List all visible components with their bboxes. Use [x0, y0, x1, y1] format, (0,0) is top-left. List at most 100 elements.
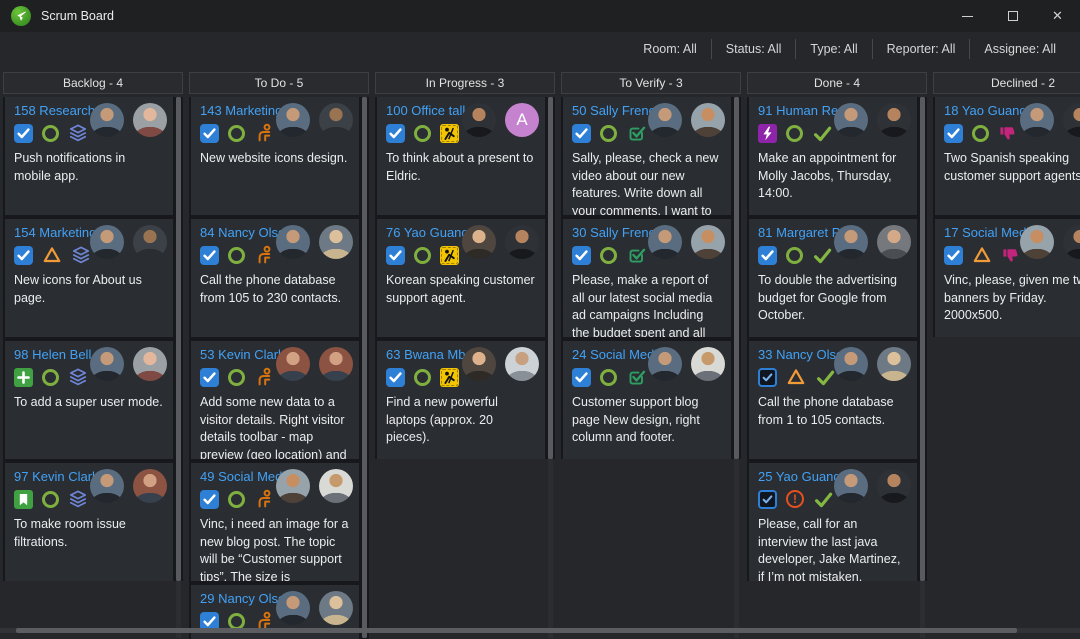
- column-scrollbar[interactable]: [548, 97, 553, 638]
- column-card-list: 100 Office talksATo think about a presen…: [375, 97, 555, 459]
- column-scrollbar-thumb[interactable]: [734, 97, 739, 459]
- circle-icon: [228, 491, 245, 508]
- task-card[interactable]: 53 Kevin ClarkeAdd some new data to a vi…: [191, 341, 359, 459]
- task-card[interactable]: 154 Marketing ...New icons for About us …: [5, 219, 173, 337]
- column-scrollbar[interactable]: [176, 97, 181, 638]
- card-avatars: A: [462, 103, 539, 137]
- avatar-photo: [319, 591, 353, 625]
- task-card[interactable]: 17 Social MediaVinc, please, given me tw…: [935, 219, 1080, 337]
- task-card[interactable]: 143 Marketing ...New website icons desig…: [191, 97, 359, 215]
- task-card[interactable]: 76 Yao GuangKorean speaking customer sup…: [377, 219, 545, 337]
- horizontal-scrollbar-thumb[interactable]: [16, 628, 1017, 633]
- todo-icon: [254, 367, 274, 387]
- card-description: Find a new powerful laptops (approx. 20 …: [386, 394, 537, 447]
- minimize-button[interactable]: [945, 0, 990, 32]
- card-avatars: [648, 225, 725, 259]
- todo-icon: [254, 245, 274, 265]
- circle-icon: [414, 125, 431, 142]
- board-column: To Verify - 350 Sally FrenchSally, pleas…: [561, 72, 741, 639]
- task-card[interactable]: 24 Social MediaCustomer support blog pag…: [563, 341, 731, 459]
- filter-type[interactable]: Type: All: [795, 39, 871, 59]
- card-description: Customer support blog page New design, r…: [572, 394, 723, 447]
- column-scrollbar[interactable]: [734, 97, 739, 638]
- circle-icon: [414, 369, 431, 386]
- card-description: New icons for About us page.: [14, 272, 165, 307]
- column-scrollbar[interactable]: [362, 97, 367, 638]
- board-column: Declined - 218 Yao GuangTwo Spanish spea…: [933, 72, 1080, 639]
- filter-room[interactable]: Room: All: [629, 39, 711, 59]
- circle-icon: [786, 125, 803, 142]
- task-card[interactable]: 33 Nancy OlsonCall the phone database fr…: [749, 341, 917, 459]
- window-title: Scrum Board: [41, 9, 114, 23]
- horizontal-scrollbar[interactable]: [0, 628, 1080, 633]
- task-card[interactable]: 158 Research ...Push notifications in mo…: [5, 97, 173, 215]
- verify-icon: [626, 367, 647, 388]
- avatar-photo: [505, 225, 539, 259]
- column-scrollbar-thumb[interactable]: [920, 97, 925, 581]
- card-description: Please, call for an interview the last j…: [758, 516, 909, 581]
- column-card-list: 91 Human Res...Make an appointment for M…: [747, 97, 927, 581]
- task-card[interactable]: 49 Social MediaVinc, i need an image for…: [191, 463, 359, 581]
- avatar-photo: [462, 103, 496, 137]
- task-card[interactable]: 91 Human Res...Make an appointment for M…: [749, 97, 917, 215]
- verify-icon: [626, 245, 647, 266]
- board-column: To Do - 5143 Marketing ...New website ic…: [189, 72, 369, 639]
- avatar-photo: [834, 103, 868, 137]
- triangle-icon: [972, 245, 992, 265]
- task-card[interactable]: 50 Sally FrenchSally, please, check a ne…: [563, 97, 731, 215]
- avatar-photo: [90, 347, 124, 381]
- task-card[interactable]: 97 Kevin ClarkeTo make room issue filtra…: [5, 463, 173, 581]
- avatar-photo: [1063, 225, 1080, 259]
- filter-assignee[interactable]: Assignee: All: [969, 39, 1070, 59]
- task-card[interactable]: 63 Bwana Mb...Find a new powerful laptop…: [377, 341, 545, 459]
- avatar-photo: [133, 225, 167, 259]
- column-scrollbar-thumb[interactable]: [362, 97, 367, 638]
- circle-icon: [414, 247, 431, 264]
- close-button[interactable]: ✕: [1035, 0, 1080, 32]
- task-card[interactable]: 84 Nancy OlsonCall the phone database fr…: [191, 219, 359, 337]
- task-card[interactable]: 18 Yao GuangTwo Spanish speaking custome…: [935, 97, 1080, 215]
- task-card[interactable]: 98 Helen BellTo add a super user mode.: [5, 341, 173, 459]
- card-description: Vinc, i need an image for a new blog pos…: [200, 516, 351, 581]
- task-outline-icon: [758, 368, 777, 387]
- column-header: Done - 4: [747, 72, 927, 94]
- card-description: Please, make a report of all our latest …: [572, 272, 723, 337]
- task-icon: [200, 368, 219, 387]
- avatar-photo: [834, 347, 868, 381]
- column-scrollbar-thumb[interactable]: [176, 97, 181, 581]
- task-card[interactable]: 25 Yao Guang!Please, call for an intervi…: [749, 463, 917, 581]
- card-avatars: [90, 469, 167, 503]
- task-card[interactable]: 30 Sally FrenchPlease, make a report of …: [563, 219, 731, 337]
- column-scrollbar[interactable]: [920, 97, 925, 638]
- card-avatars: [462, 347, 539, 381]
- column-header: Backlog - 4: [3, 72, 183, 94]
- maximize-button[interactable]: [990, 0, 1035, 32]
- work-icon: [440, 246, 459, 265]
- card-avatars: [834, 103, 911, 137]
- circle-icon: [786, 247, 803, 264]
- task-card[interactable]: 100 Office talksATo think about a presen…: [377, 97, 545, 215]
- column-scrollbar-thumb[interactable]: [548, 97, 553, 459]
- filter-reporter[interactable]: Reporter: All: [872, 39, 970, 59]
- window-controls: ✕: [945, 0, 1080, 32]
- avatar-photo: [276, 469, 310, 503]
- done-icon: [813, 489, 834, 510]
- avatar-photo: [133, 103, 167, 137]
- card-description: Call the phone database from 1 to 105 co…: [758, 394, 909, 429]
- avatar-photo: [505, 347, 539, 381]
- card-description: New website icons design.: [200, 150, 351, 168]
- avatar-photo: [648, 103, 682, 137]
- avatar-photo: [319, 103, 353, 137]
- task-card[interactable]: 81 Margaret P...To double the advertisin…: [749, 219, 917, 337]
- card-avatars: [276, 225, 353, 259]
- layers-icon: [68, 123, 88, 143]
- task-icon: [386, 368, 405, 387]
- avatar-photo: [877, 103, 911, 137]
- card-avatars: [834, 225, 911, 259]
- verify-icon: [626, 123, 647, 144]
- avatar-photo: [133, 469, 167, 503]
- filter-status[interactable]: Status: All: [711, 39, 796, 59]
- avatar-photo: [276, 225, 310, 259]
- app-logo-icon: [11, 6, 31, 26]
- avatar-photo: [691, 347, 725, 381]
